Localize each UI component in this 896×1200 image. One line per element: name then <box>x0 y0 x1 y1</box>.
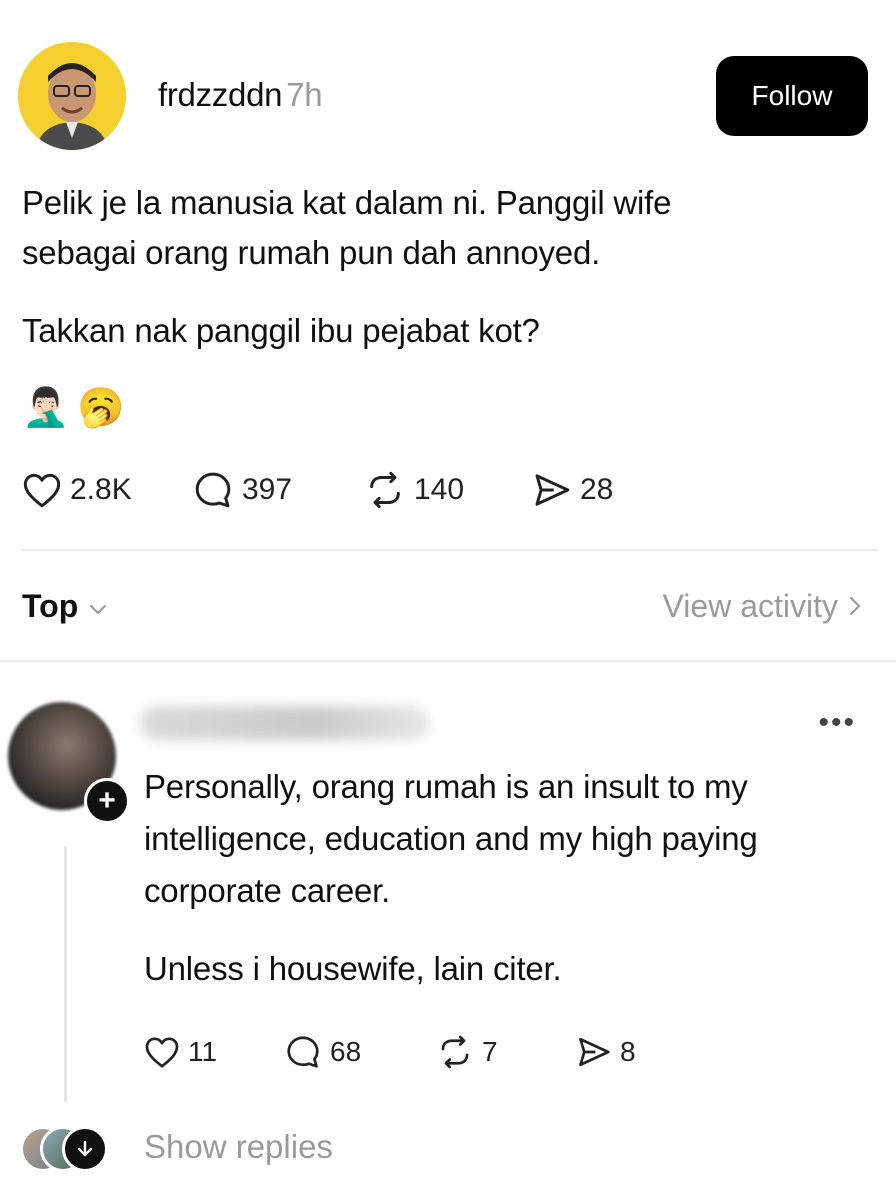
reply-text-line-1: Personally, orang rumah is an insult to … <box>144 768 748 805</box>
reply-like-count: 11 <box>188 1036 218 1067</box>
send-icon[interactable] <box>532 470 572 510</box>
heart-icon[interactable] <box>144 1035 180 1069</box>
reply-like-action[interactable]: 11 <box>144 1035 284 1069</box>
reply-text-line-3: corporate career. <box>144 872 391 909</box>
divider <box>22 549 878 551</box>
chevron-down-icon[interactable] <box>88 588 108 625</box>
reply-comment-action[interactable]: 68 <box>284 1034 436 1070</box>
reply-actions: 11 68 7 8 <box>144 1034 636 1070</box>
share-action[interactable]: 28 <box>532 470 613 510</box>
reply-share-action[interactable]: 8 <box>576 1034 636 1070</box>
arrow-down-icon[interactable] <box>62 1126 108 1172</box>
heart-icon[interactable] <box>22 471 62 509</box>
like-count: 2.8K <box>70 473 132 506</box>
divider <box>0 660 896 662</box>
repost-count: 140 <box>414 473 465 506</box>
plus-icon[interactable]: + <box>84 778 130 824</box>
more-options-icon[interactable]: ••• <box>818 706 856 740</box>
view-activity-link[interactable]: View activity <box>663 588 862 625</box>
post-text-paragraph-2: Takkan nak panggil ibu pejabat kot? <box>22 312 540 349</box>
author-avatar[interactable] <box>18 42 126 150</box>
share-count: 28 <box>580 473 614 506</box>
reply-share-count: 8 <box>620 1036 636 1067</box>
post-text-line-2: sebagai orang rumah pun dah annoyed. <box>22 234 601 271</box>
repost-icon[interactable] <box>364 470 406 510</box>
comment-icon[interactable] <box>192 470 234 510</box>
facepalm-emoji: 🤦🏻‍♂️ <box>22 387 70 429</box>
comment-icon[interactable] <box>284 1034 322 1070</box>
username-text[interactable]: frdzzddn <box>158 76 282 113</box>
like-action[interactable]: 2.8K <box>22 471 192 509</box>
reply-avatars[interactable] <box>20 1126 108 1172</box>
yawning-emoji: 🥱 <box>77 387 125 429</box>
reply-text-line-2: intelligence, education and my high payi… <box>144 820 758 857</box>
sort-label[interactable]: Top <box>22 588 78 625</box>
reply-author-name-redacted[interactable] <box>140 706 430 740</box>
reply-text-line-4: Unless i housewife, lain citer. <box>144 950 562 987</box>
post-text-line-1: Pelik je la manusia kat dalam ni. Panggi… <box>22 184 672 221</box>
repost-action[interactable]: 140 <box>364 470 532 510</box>
post-timestamp: 7h <box>286 76 323 113</box>
reply-repost-action[interactable]: 7 <box>436 1034 576 1070</box>
send-icon[interactable] <box>576 1034 612 1070</box>
chevron-right-icon[interactable] <box>848 588 862 625</box>
view-activity-label[interactable]: View activity <box>663 588 838 625</box>
comment-count: 397 <box>242 473 293 506</box>
post-emojis: 🤦🏻‍♂️ 🥱 <box>22 386 125 430</box>
reply-repost-count: 7 <box>482 1036 498 1067</box>
thread-line <box>64 846 67 1102</box>
comment-action[interactable]: 397 <box>192 470 364 510</box>
reply-comment-count: 68 <box>330 1036 362 1067</box>
repost-icon[interactable] <box>436 1034 474 1070</box>
post-actions: 2.8K 397 140 28 <box>22 470 613 510</box>
show-replies-link[interactable]: Show replies <box>144 1128 333 1166</box>
post-author[interactable]: frdzzddn 7h <box>158 76 323 114</box>
sort-dropdown[interactable]: Top <box>22 588 108 625</box>
follow-button[interactable]: Follow <box>716 56 868 136</box>
